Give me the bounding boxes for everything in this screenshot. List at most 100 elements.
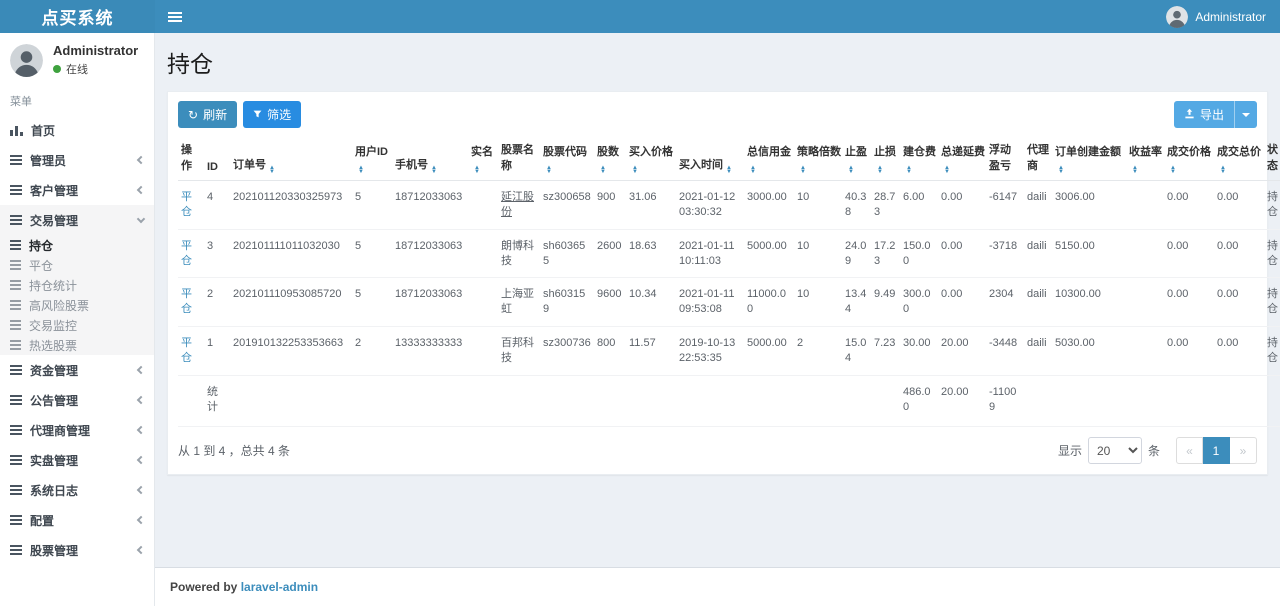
cell: 3: [204, 229, 230, 278]
sidebar-item-customers[interactable]: 客户管理: [0, 175, 154, 205]
app-logo[interactable]: 点买系统: [0, 0, 155, 33]
column-header-11: 总信用金▲▼: [744, 137, 794, 181]
list-icon: [10, 485, 22, 495]
cell: 9600: [594, 278, 626, 327]
sort-icon[interactable]: ▲▼: [1132, 166, 1138, 174]
sort-icon[interactable]: ▲▼: [632, 166, 638, 174]
user-menu[interactable]: Administrator: [1152, 0, 1280, 33]
pager-prev-button[interactable]: «: [1176, 437, 1203, 464]
column-label: 订单号: [233, 159, 266, 171]
pager-page-button-1[interactable]: 1: [1203, 437, 1230, 464]
sidebar-subitem-position-stats[interactable]: 持仓统计: [0, 275, 154, 295]
close-position-link[interactable]: 平仓: [181, 288, 192, 315]
filter-button[interactable]: 筛选: [243, 101, 301, 128]
list-icon: [10, 240, 21, 250]
list-icon: [10, 280, 21, 290]
export-icon: [1184, 108, 1195, 122]
sort-icon[interactable]: ▲▼: [750, 166, 756, 174]
list-icon: [10, 215, 22, 225]
cell: 0.00: [1164, 278, 1214, 327]
refresh-button[interactable]: ↻ 刷新: [178, 101, 237, 128]
cell: 0.00: [1164, 229, 1214, 278]
export-dropdown-button[interactable]: [1234, 101, 1257, 128]
sidebar-item-funds[interactable]: 资金管理: [0, 355, 154, 385]
chevron-left-icon: [137, 456, 145, 464]
stock-name[interactable]: 延江股份: [501, 191, 534, 218]
per-page-select[interactable]: 20: [1088, 437, 1142, 464]
cell: 2021-01-12 03:30:32: [676, 181, 744, 230]
sidebar-item-home[interactable]: 首页: [0, 115, 154, 145]
stock-name: 上海亚虹: [501, 288, 534, 315]
column-header-23: 状态: [1264, 137, 1280, 181]
laravel-admin-link[interactable]: laravel-admin: [241, 580, 318, 594]
cell: 0.00: [1214, 229, 1264, 278]
column-header-7: 股票代码▲▼: [540, 137, 594, 181]
column-header-0: 操作: [178, 137, 204, 181]
sidebar-item-agents[interactable]: 代理商管理: [0, 415, 154, 445]
sidebar-menu: 首页管理员客户管理交易管理持仓平仓持仓统计高风险股票交易监控热选股票资金管理公告…: [0, 115, 154, 565]
cell: 2304: [986, 278, 1024, 327]
cell: 0.00: [1164, 327, 1214, 376]
sort-icon[interactable]: ▲▼: [474, 166, 480, 174]
cell: 28.73: [871, 181, 900, 230]
cell: [468, 278, 498, 327]
sort-icon[interactable]: ▲▼: [1220, 166, 1226, 174]
sidebar-subitem-closed-positions[interactable]: 平仓: [0, 255, 154, 275]
sidebar-subitem-hot-stocks[interactable]: 热选股票: [0, 335, 154, 355]
sidebar-toggle-button[interactable]: [155, 0, 195, 33]
sidebar-item-real-disk[interactable]: 实盘管理: [0, 445, 154, 475]
list-icon: [10, 395, 22, 405]
sort-icon[interactable]: ▲▼: [877, 166, 883, 174]
stats-cell: 486.00: [900, 375, 938, 427]
cell: 平仓: [178, 278, 204, 327]
sidebar-subitem-high-risk-stocks[interactable]: 高风险股票: [0, 295, 154, 315]
sidebar-item-system-log[interactable]: 系统日志: [0, 475, 154, 505]
sidebar-item-label: 实盘管理: [30, 452, 78, 469]
export-button[interactable]: 导出: [1174, 101, 1234, 128]
sort-icon[interactable]: ▲▼: [726, 166, 732, 174]
table-stats-row: 统计486.0020.00-11009: [178, 375, 1280, 427]
sidebar-subitem-positions[interactable]: 持仓: [0, 235, 154, 255]
column-header-2: 订单号▲▼: [230, 137, 352, 181]
cell: [468, 229, 498, 278]
list-icon: [10, 320, 21, 330]
cell: 0.00: [1164, 181, 1214, 230]
sort-icon[interactable]: ▲▼: [944, 166, 950, 174]
sidebar-item-label: 管理员: [30, 152, 66, 169]
close-position-link[interactable]: 平仓: [181, 240, 192, 267]
sort-icon[interactable]: ▲▼: [1170, 166, 1176, 174]
cell: 2019-10-13 22:53:35: [676, 327, 744, 376]
close-position-link[interactable]: 平仓: [181, 337, 192, 364]
pager-next-button[interactable]: »: [1230, 437, 1257, 464]
sort-icon[interactable]: ▲▼: [600, 166, 606, 174]
sidebar-item-config[interactable]: 配置: [0, 505, 154, 535]
column-header-20: 收益率▲▼: [1126, 137, 1164, 181]
export-button-group: 导出: [1174, 101, 1257, 128]
sidebar-subitem-trade-monitor[interactable]: 交易监控: [0, 315, 154, 335]
list-icon: [10, 155, 22, 165]
sort-icon[interactable]: ▲▼: [848, 166, 854, 174]
sort-icon[interactable]: ▲▼: [269, 166, 275, 174]
sort-icon[interactable]: ▲▼: [800, 166, 806, 174]
column-header-1: ID: [204, 137, 230, 181]
cell: 17.23: [871, 229, 900, 278]
sort-icon[interactable]: ▲▼: [546, 166, 552, 174]
sidebar-item-stocks[interactable]: 股票管理: [0, 535, 154, 565]
sidebar-item-notices[interactable]: 公告管理: [0, 385, 154, 415]
sort-icon[interactable]: ▲▼: [358, 166, 364, 174]
sidebar-user-panel: Administrator 在线: [0, 33, 154, 85]
sidebar-item-admins[interactable]: 管理员: [0, 145, 154, 175]
cell: 150.00: [900, 229, 938, 278]
sort-icon[interactable]: ▲▼: [431, 166, 437, 174]
close-position-link[interactable]: 平仓: [181, 191, 192, 218]
list-icon: [10, 185, 22, 195]
stock-name: 百邦科技: [501, 337, 534, 364]
cell: 7.23: [871, 327, 900, 376]
avatar: [1166, 6, 1188, 28]
cell: 0.00: [938, 278, 986, 327]
page-title: 持仓: [167, 45, 1268, 79]
sidebar-item-trade[interactable]: 交易管理: [0, 205, 154, 235]
cell: 15.04: [842, 327, 871, 376]
sort-icon[interactable]: ▲▼: [1058, 166, 1064, 174]
sort-icon[interactable]: ▲▼: [906, 166, 912, 174]
